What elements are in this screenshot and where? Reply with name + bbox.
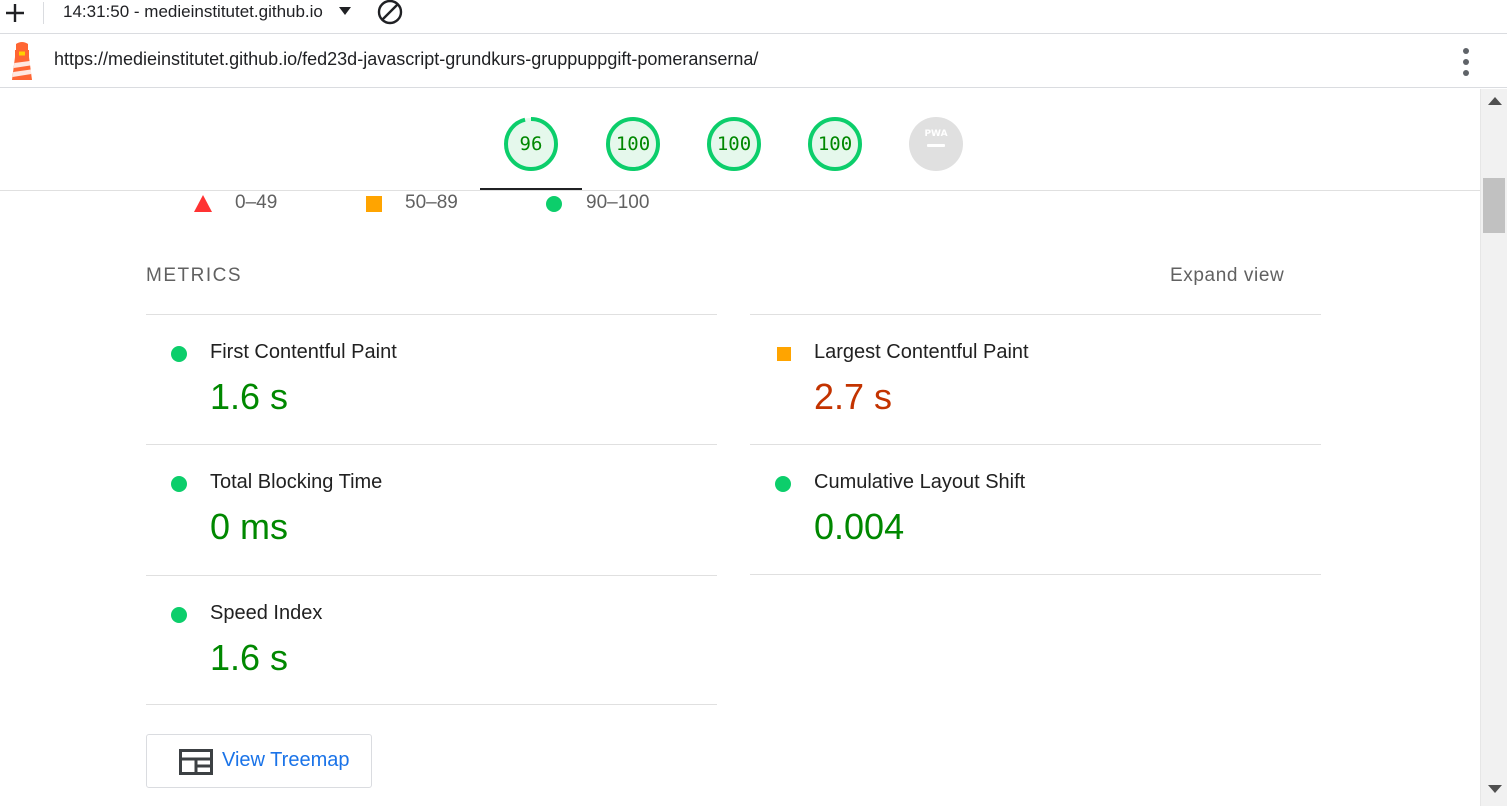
pwa-badge-icon: PWA [909, 117, 963, 171]
average-indicator-icon [777, 347, 791, 361]
legend-average-range: 50–89 [405, 192, 458, 213]
best-practices-score-gauge[interactable]: 100 [706, 116, 762, 172]
metric-value: 1.6 s [210, 637, 289, 678]
new-report-button[interactable] [2, 0, 28, 26]
expand-view-toggle[interactable]: Expand view [1170, 265, 1284, 287]
best-practices-score-value: 100 [716, 133, 752, 155]
view-treemap-label: View Treemap [222, 749, 350, 771]
metrics-heading: METRICS [146, 265, 242, 286]
clear-reports-button[interactable] [376, 0, 404, 26]
accessibility-score-gauge[interactable]: 100 [605, 116, 661, 172]
active-category-indicator [480, 188, 582, 190]
performance-score-value: 96 [519, 133, 543, 155]
metric-title: Speed Index [210, 602, 323, 624]
metrics-divider [750, 574, 1321, 575]
report-select[interactable]: 14:31:50 - medieinstitutet.github.io [63, 2, 353, 26]
vertical-scrollbar[interactable] [1480, 89, 1507, 806]
circle-icon [546, 196, 562, 212]
metric-speed-index: Speed Index 1.6 s [146, 575, 717, 706]
scrollbar-thumb[interactable] [1483, 178, 1505, 233]
lighthouse-report-window: 14:31:50 - medieinstitutet.github.io htt… [0, 0, 1507, 806]
pwa-badge-label: PWA [924, 129, 947, 139]
legend-fail-range: 0–49 [235, 192, 278, 213]
pass-indicator-icon [171, 346, 187, 362]
lighthouse-icon [7, 41, 37, 81]
seo-score-gauge[interactable]: 100 [807, 116, 863, 172]
more-options-button[interactable] [1455, 46, 1477, 78]
plus-icon [6, 4, 24, 22]
metric-first-contentful-paint: First Contentful Paint 1.6 s [146, 314, 717, 445]
metrics-divider [146, 704, 717, 705]
triangle-icon [194, 195, 212, 212]
metric-value: 0.004 [814, 506, 905, 547]
metric-cumulative-layout-shift: Cumulative Layout Shift 0.004 [750, 444, 1321, 575]
report-toolbar: 14:31:50 - medieinstitutet.github.io [0, 0, 1507, 34]
block-icon [377, 0, 403, 25]
seo-score-value: 100 [817, 133, 853, 155]
toolbar-divider [43, 2, 44, 24]
legend-pass-range: 90–100 [586, 192, 650, 213]
metric-title: Cumulative Layout Shift [814, 471, 1026, 493]
square-icon [366, 196, 382, 212]
scroll-up-arrow-icon[interactable] [1488, 97, 1502, 105]
report-url-bar: https://medieinstitutet.github.io/fed23d… [0, 34, 1507, 88]
score-scale-legend: 0–49 50–89 90–100 [0, 190, 1480, 218]
metric-value: 1.6 s [210, 376, 289, 417]
dropdown-arrow-icon [339, 7, 351, 15]
metric-value: 2.7 s [814, 376, 893, 417]
performance-section: 0–49 50–89 90–100 METRICS Expand view Fi… [0, 190, 1480, 806]
pass-indicator-icon [171, 476, 187, 492]
view-treemap-button[interactable]: View Treemap [146, 734, 372, 788]
pass-indicator-icon [171, 607, 187, 623]
metric-total-blocking-time: Total Blocking Time 0 ms [146, 444, 717, 575]
report-url[interactable]: https://medieinstitutet.github.io/fed23d… [54, 49, 758, 70]
menu-dot [1463, 70, 1469, 76]
metric-title: Total Blocking Time [210, 471, 383, 493]
metric-value: 0 ms [210, 506, 289, 547]
performance-score-gauge[interactable]: 96 [503, 116, 559, 172]
accessibility-score-value: 100 [615, 133, 651, 155]
report-select-label: 14:31:50 - medieinstitutet.github.io [63, 2, 323, 21]
treemap-icon [179, 749, 213, 775]
metric-largest-contentful-paint: Largest Contentful Paint 2.7 s [750, 314, 1321, 445]
metric-title: Largest Contentful Paint [814, 341, 1029, 363]
more-vertical-icon [1463, 48, 1469, 54]
pass-indicator-icon [775, 476, 791, 492]
menu-dot [1463, 59, 1469, 65]
score-header: 96 100 100 100 PWA [0, 89, 1480, 191]
scroll-down-arrow-icon[interactable] [1488, 785, 1502, 793]
pwa-badge-gauge[interactable]: PWA [908, 116, 964, 172]
metric-title: First Contentful Paint [210, 341, 397, 363]
